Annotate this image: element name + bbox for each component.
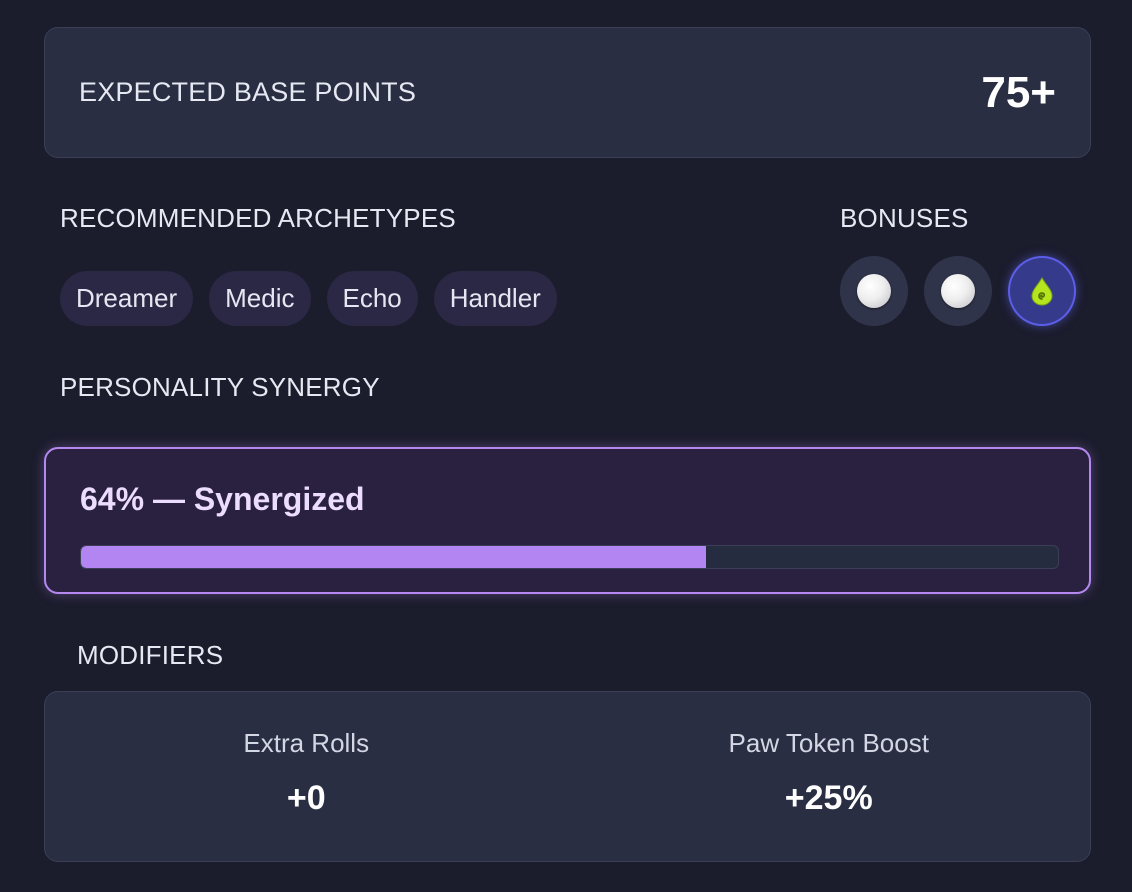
- modifier-label: Paw Token Boost: [728, 728, 929, 758]
- expected-base-points-card: EXPECTED BASE POINTS 75+: [44, 27, 1091, 158]
- points-panel: EXPECTED BASE POINTS 75+ RECOMMENDED ARC…: [0, 0, 1132, 892]
- archetype-chip-medic[interactable]: Medic: [209, 271, 311, 326]
- bonus-slot-2[interactable]: [924, 256, 992, 326]
- archetype-chip-list: Dreamer Medic Echo Handler: [60, 271, 557, 326]
- archetype-chip-echo[interactable]: Echo: [326, 271, 418, 326]
- modifiers-heading: MODIFIERS: [77, 640, 224, 670]
- archetype-chip-handler[interactable]: Handler: [433, 271, 557, 326]
- synergy-progress-fill: [81, 546, 707, 568]
- modifier-value: +25%: [784, 779, 873, 817]
- synergy-status: 64% — Synergized: [80, 481, 365, 517]
- archetypes-heading: RECOMMENDED ARCHETYPES: [60, 203, 456, 233]
- modifier-value: +0: [286, 779, 326, 817]
- personality-synergy-heading: PERSONALITY SYNERGY: [60, 372, 380, 402]
- base-points-label: EXPECTED BASE POINTS: [79, 77, 417, 107]
- bonuses-heading: BONUSES: [840, 203, 969, 233]
- modifier-label: Extra Rolls: [243, 728, 370, 758]
- modifier-paw-token-boost: Paw Token Boost +25%: [568, 692, 1091, 861]
- bonus-slot-3[interactable]: [1008, 256, 1076, 326]
- white-orb-icon: [857, 274, 891, 308]
- modifier-extra-rolls: Extra Rolls +0: [45, 692, 568, 861]
- base-points-value: 75+: [981, 67, 1056, 117]
- bonus-slot-list: [840, 256, 1076, 326]
- modifiers-card: Extra Rolls +0 Paw Token Boost +25%: [44, 691, 1091, 862]
- synergy-progress-bar: [80, 545, 1059, 569]
- archetype-chip-dreamer[interactable]: Dreamer: [60, 271, 194, 326]
- green-droplet-icon: [1031, 276, 1053, 306]
- synergy-card: 64% — Synergized: [44, 447, 1091, 594]
- bonus-slot-1[interactable]: [840, 256, 908, 326]
- white-orb-icon: [941, 274, 975, 308]
